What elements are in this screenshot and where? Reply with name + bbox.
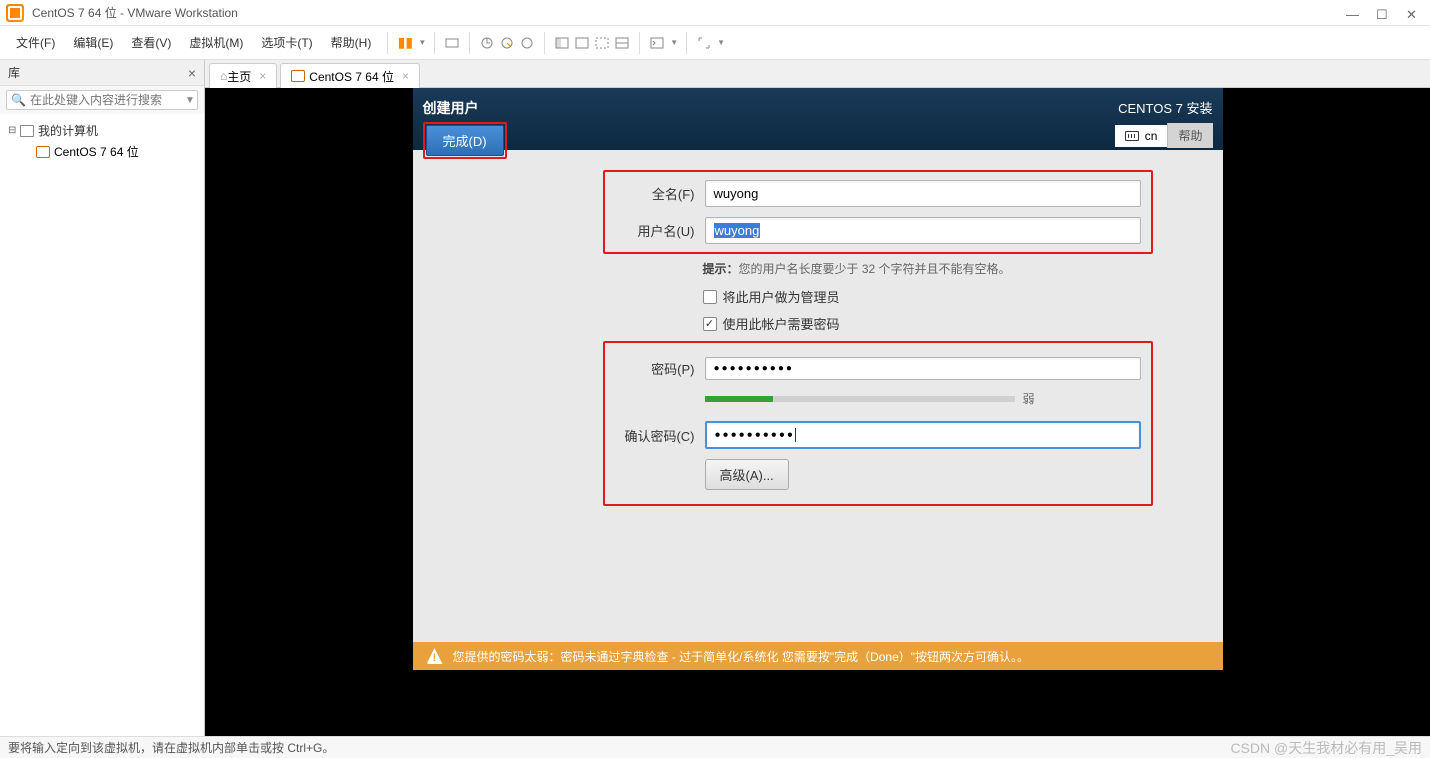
username-hint: 提示：您的用户名长度要少于 32 个字符并且不能有空格。 xyxy=(703,260,1183,277)
titlebar: CentOS 7 64 位 - VMware Workstation — ☐ ✕ xyxy=(0,0,1430,26)
require-password-row[interactable]: 使用此帐户需要密码 xyxy=(703,314,1183,333)
require-password-checkbox[interactable] xyxy=(703,317,717,331)
view-fullscreen-icon[interactable] xyxy=(593,34,611,52)
stretch-dropdown[interactable]: ▼ xyxy=(717,38,725,47)
warning-bar: ! 您提供的密码太弱：密码未通过字典检查 - 过于简单化/系统化 您需要按"完成… xyxy=(413,642,1223,670)
admin-checkbox[interactable] xyxy=(703,290,717,304)
help-button[interactable]: 帮助 xyxy=(1167,123,1212,148)
fullname-label: 全名(F) xyxy=(615,184,695,203)
tree-root-label: 我的计算机 xyxy=(38,122,98,139)
vm-icon xyxy=(291,70,305,82)
tab-vm-label: CentOS 7 64 位 xyxy=(309,68,394,85)
menu-tabs[interactable]: 选项卡(T) xyxy=(253,31,320,54)
fullname-input[interactable]: wuyong xyxy=(705,180,1141,207)
maximize-button[interactable]: ☐ xyxy=(1376,7,1388,19)
minimize-button[interactable]: — xyxy=(1346,7,1358,19)
statusbar: 要将输入定向到该虚拟机，请在虚拟机内部单击或按 Ctrl+G。 CSDN @天生… xyxy=(0,736,1430,758)
library-tree: ⊟ 我的计算机 CentOS 7 64 位 xyxy=(0,114,204,736)
sidebar: 库 × 🔍 ▼ ⊟ 我的计算机 CentOS 7 64 位 xyxy=(0,60,205,736)
keyboard-lang: cn xyxy=(1145,129,1158,143)
password-strength-bar xyxy=(705,396,1015,402)
advanced-button[interactable]: 高级(A)... xyxy=(705,459,789,490)
tree-collapse-icon[interactable]: ⊟ xyxy=(8,125,20,136)
done-button-highlight: 完成(D) xyxy=(423,122,507,159)
password-label: 密码(P) xyxy=(615,359,695,378)
tabs-bar: ⌂ 主页 × CentOS 7 64 位 × xyxy=(205,60,1430,88)
keyboard-icon xyxy=(1125,131,1139,141)
vm-icon xyxy=(36,146,50,158)
username-input[interactable]: wuyong xyxy=(705,217,1141,244)
sidebar-title: 库 xyxy=(8,64,20,81)
menu-vm[interactable]: 虚拟机(M) xyxy=(181,31,251,54)
tree-vm-label: CentOS 7 64 位 xyxy=(54,143,139,160)
pause-icon[interactable]: ▮▮ xyxy=(396,34,414,52)
tab-home-close[interactable]: × xyxy=(259,69,266,83)
tree-root-my-computer[interactable]: ⊟ 我的计算机 xyxy=(4,120,200,141)
home-icon: ⌂ xyxy=(220,69,227,83)
vmware-app-icon xyxy=(6,4,24,22)
view-unity-icon[interactable] xyxy=(613,34,631,52)
window-controls: — ☐ ✕ xyxy=(1346,7,1424,19)
power-dropdown[interactable]: ▼ xyxy=(418,38,426,47)
search-dropdown[interactable]: ▼ xyxy=(185,95,195,106)
username-selected-text: wuyong xyxy=(714,223,761,238)
confirm-password-input[interactable]: ●●●●●●●●●● xyxy=(705,421,1141,449)
computer-icon xyxy=(20,125,34,137)
search-input[interactable] xyxy=(30,93,185,107)
menu-edit[interactable]: 编辑(E) xyxy=(65,31,121,54)
tab-vm-close[interactable]: × xyxy=(402,69,409,83)
name-fields-highlight: 全名(F) wuyong 用户名(U) wuyong xyxy=(603,170,1153,254)
menu-help[interactable]: 帮助(H) xyxy=(323,31,380,54)
sidebar-close[interactable]: × xyxy=(188,65,196,81)
view-single-icon[interactable] xyxy=(553,34,571,52)
require-password-label: 使用此帐户需要密码 xyxy=(723,314,840,333)
warning-icon: ! xyxy=(427,648,443,664)
tab-vm-centos[interactable]: CentOS 7 64 位 × xyxy=(280,63,420,89)
console-icon[interactable] xyxy=(648,34,666,52)
username-label: 用户名(U) xyxy=(615,221,695,240)
warning-text: 您提供的密码太弱：密码未通过字典检查 - 过于简单化/系统化 您需要按"完成（D… xyxy=(453,648,1030,665)
installer-title: 创建用户 xyxy=(423,94,507,122)
password-fields-highlight: 密码(P) ●●●●●●●●●● 弱 确认密码(C) ●●●●●●●●●● 高级… xyxy=(603,341,1153,506)
snapshot-revert-icon[interactable] xyxy=(518,34,536,52)
installer-product-label: CENTOS 7 安装 xyxy=(1115,94,1213,117)
vm-viewport[interactable]: 创建用户 完成(D) CENTOS 7 安装 cn 帮助 xyxy=(205,88,1430,736)
menubar: 文件(F) 编辑(E) 查看(V) 虚拟机(M) 选项卡(T) 帮助(H) ▮▮… xyxy=(0,26,1430,60)
window-title: CentOS 7 64 位 - VMware Workstation xyxy=(32,4,1346,21)
search-box[interactable]: 🔍 ▼ xyxy=(6,90,198,110)
password-strength-label: 弱 xyxy=(1023,390,1035,407)
statusbar-text: 要将输入定向到该虚拟机，请在虚拟机内部单击或按 Ctrl+G。 xyxy=(8,739,334,756)
menu-view[interactable]: 查看(V) xyxy=(123,31,179,54)
send-keys-icon[interactable] xyxy=(443,34,461,52)
snapshot-manage-icon[interactable] xyxy=(498,34,516,52)
search-icon: 🔍 xyxy=(11,93,26,107)
view-thumbnail-icon[interactable] xyxy=(573,34,591,52)
close-button[interactable]: ✕ xyxy=(1406,7,1418,19)
content-area: ⌂ 主页 × CentOS 7 64 位 × 创建用户 完成(D) xyxy=(205,60,1430,736)
password-input[interactable]: ●●●●●●●●●● xyxy=(705,357,1141,380)
vm-screen: 创建用户 完成(D) CENTOS 7 安装 cn 帮助 xyxy=(413,88,1223,702)
stretch-icon[interactable] xyxy=(695,34,713,52)
tree-vm-centos[interactable]: CentOS 7 64 位 xyxy=(32,141,200,162)
installer-body: 全名(F) wuyong 用户名(U) wuyong 提示：您的用户名长度要少于… xyxy=(413,150,1223,670)
snapshot-icon[interactable] xyxy=(478,34,496,52)
done-button[interactable]: 完成(D) xyxy=(426,125,504,156)
console-dropdown[interactable]: ▼ xyxy=(670,38,678,47)
confirm-password-label: 确认密码(C) xyxy=(615,426,695,445)
watermark: CSDN @天生我材必有用_吴用 xyxy=(1230,738,1422,758)
keyboard-layout-indicator[interactable]: cn xyxy=(1115,125,1168,147)
installer-header: 创建用户 完成(D) CENTOS 7 安装 cn 帮助 xyxy=(413,88,1223,150)
sidebar-header: 库 × xyxy=(0,60,204,86)
tab-home[interactable]: ⌂ 主页 × xyxy=(209,63,277,89)
tab-home-label: 主页 xyxy=(227,68,251,85)
admin-checkbox-row[interactable]: 将此用户做为管理员 xyxy=(703,287,1183,306)
menu-file[interactable]: 文件(F) xyxy=(8,31,63,54)
admin-checkbox-label: 将此用户做为管理员 xyxy=(723,287,840,306)
